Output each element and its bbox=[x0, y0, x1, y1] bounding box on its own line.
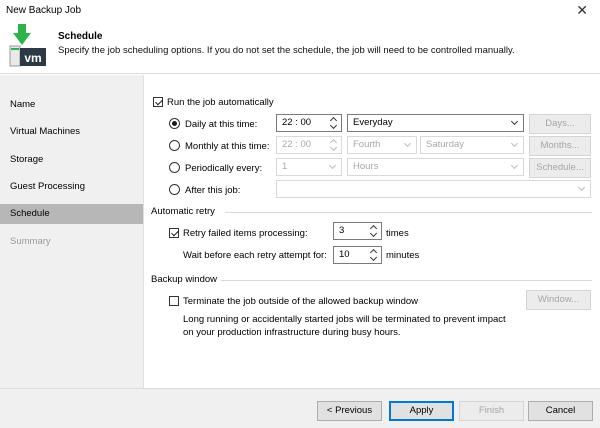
daily-time-stepper[interactable]: 22 : 00 bbox=[276, 114, 342, 132]
spin-arrows-icon[interactable] bbox=[330, 116, 339, 130]
section-divider bbox=[225, 212, 592, 213]
finish-button[interactable]: Finish bbox=[459, 401, 524, 421]
period-unit-value: Hours bbox=[353, 161, 379, 172]
daily-frequency-value: Everyday bbox=[353, 117, 393, 128]
run-automatically-checkbox[interactable] bbox=[153, 97, 163, 107]
after-job-radio[interactable] bbox=[169, 184, 180, 195]
periodically-radio[interactable] bbox=[169, 162, 180, 173]
backup-window-title: Backup window bbox=[151, 274, 218, 285]
monthly-label: Monthly at this time: bbox=[185, 141, 270, 152]
wizard-header: vm Schedule Specify the job scheduling o… bbox=[0, 22, 600, 74]
months-button[interactable]: Months... bbox=[529, 136, 591, 156]
backup-window-note-line1: Long running or accidentally started job… bbox=[183, 314, 506, 325]
monthly-time-stepper[interactable]: 22 : 00 bbox=[276, 136, 342, 154]
chevron-down-icon bbox=[510, 161, 519, 170]
chevron-down-icon bbox=[328, 161, 337, 170]
page-description: Specify the job scheduling options. If y… bbox=[58, 45, 515, 56]
window-button[interactable]: Window... bbox=[526, 290, 591, 310]
title-bar: New Backup Job ✕ bbox=[0, 0, 600, 22]
days-button[interactable]: Days... bbox=[529, 114, 591, 134]
window-title: New Backup Job bbox=[6, 5, 82, 16]
daily-frequency-select[interactable]: Everyday bbox=[347, 114, 524, 132]
daily-label: Daily at this time: bbox=[185, 119, 258, 130]
apply-button[interactable]: Apply bbox=[389, 401, 454, 421]
automatic-retry-title: Automatic retry bbox=[151, 206, 215, 217]
period-value: 1 bbox=[282, 161, 288, 172]
after-job-label: After this job: bbox=[185, 185, 241, 196]
monthly-day-value: Saturday bbox=[426, 139, 465, 150]
section-divider bbox=[221, 280, 592, 281]
sidebar-item-schedule[interactable]: Schedule bbox=[0, 204, 143, 224]
backup-window-note-line2: on your production infrastructure during… bbox=[183, 327, 401, 338]
daily-time-value: 22 : 00 bbox=[282, 117, 312, 128]
backup-job-vm-icon: vm bbox=[9, 24, 46, 67]
sidebar-item-virtual-machines[interactable]: Virtual Machines bbox=[0, 122, 143, 142]
retry-label: Retry failed items processing: bbox=[183, 228, 308, 239]
spin-arrows-icon[interactable] bbox=[370, 248, 379, 262]
retry-count-value: 3 bbox=[339, 225, 345, 236]
page-title: Schedule bbox=[58, 31, 103, 42]
monthly-radio[interactable] bbox=[169, 140, 180, 151]
run-automatically-label: Run the job automatically bbox=[167, 97, 274, 108]
sidebar-item-summary: Summary bbox=[10, 236, 51, 247]
sidebar-item-storage[interactable]: Storage bbox=[0, 150, 143, 170]
chevron-down-icon bbox=[510, 139, 519, 148]
wizard-steps-sidebar: Name Virtual Machines Storage Guest Proc… bbox=[0, 75, 144, 388]
periodically-label: Periodically every: bbox=[185, 163, 263, 174]
retry-count-stepper[interactable]: 3 bbox=[333, 222, 382, 240]
wizard-footer: < Previous Apply Finish Cancel bbox=[0, 388, 600, 428]
wait-minutes-value: 10 bbox=[339, 249, 350, 260]
sidebar-item-name[interactable]: Name bbox=[0, 95, 143, 115]
monthly-week-select[interactable]: Fourth bbox=[347, 136, 417, 154]
chevron-down-icon bbox=[510, 117, 519, 126]
terminate-label: Terminate the job outside of the allowed… bbox=[183, 296, 419, 307]
previous-button[interactable]: < Previous bbox=[317, 401, 382, 421]
spin-arrows-icon[interactable] bbox=[330, 138, 339, 152]
chevron-down-icon bbox=[403, 139, 412, 148]
svg-text:vm: vm bbox=[24, 51, 41, 65]
period-value-select[interactable]: 1 bbox=[276, 158, 342, 176]
chevron-down-icon bbox=[577, 183, 586, 192]
spin-arrows-icon[interactable] bbox=[370, 224, 379, 238]
monthly-day-select[interactable]: Saturday bbox=[420, 136, 524, 154]
monthly-time-value: 22 : 00 bbox=[282, 139, 312, 150]
monthly-week-value: Fourth bbox=[353, 139, 381, 150]
period-unit-select[interactable]: Hours bbox=[347, 158, 524, 176]
schedule-panel: Run the job automatically Daily at this … bbox=[145, 75, 600, 388]
retry-unit-label: times bbox=[386, 228, 409, 239]
sidebar-item-guest-processing[interactable]: Guest Processing bbox=[0, 177, 143, 197]
wait-unit-label: minutes bbox=[386, 250, 420, 261]
terminate-checkbox[interactable] bbox=[169, 296, 179, 306]
wait-label: Wait before each retry attempt for: bbox=[183, 250, 327, 261]
after-job-select[interactable] bbox=[276, 180, 591, 198]
close-icon[interactable]: ✕ bbox=[576, 2, 588, 19]
retry-checkbox[interactable] bbox=[169, 228, 179, 238]
cancel-button[interactable]: Cancel bbox=[528, 401, 593, 421]
daily-radio[interactable] bbox=[169, 118, 180, 129]
wait-minutes-stepper[interactable]: 10 bbox=[333, 246, 382, 264]
schedule-button[interactable]: Schedule... bbox=[529, 158, 591, 178]
